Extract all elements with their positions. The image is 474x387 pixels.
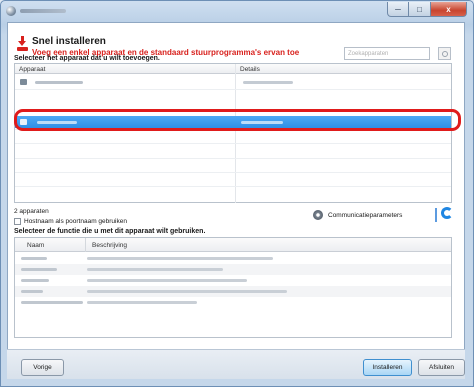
install-button[interactable]: Installeren <box>363 359 412 376</box>
comm-params-link[interactable]: Communicatieparameters <box>313 210 402 220</box>
printer-icon <box>20 79 27 85</box>
back-button[interactable]: Vorige <box>21 359 64 376</box>
hostname-checkbox[interactable] <box>14 218 21 225</box>
function-table-header: Naam Beschrijving <box>15 238 451 252</box>
hostname-checkbox-row[interactable]: Hostnaam als poortnaam gebruiken <box>14 218 127 225</box>
function-row[interactable] <box>15 286 451 297</box>
toolbar-divider <box>435 208 437 222</box>
close-window-button[interactable]: x <box>431 2 467 17</box>
close-button[interactable]: Afsluiten <box>418 359 465 376</box>
minimize-button[interactable]: ─ <box>387 2 409 17</box>
function-section-label: Selecteer de functie die u met dit appar… <box>14 228 206 235</box>
hostname-checkbox-label: Hostnaam als poortnaam gebruiken <box>24 218 127 225</box>
page-title: Snel installeren <box>32 36 106 47</box>
function-row[interactable] <box>15 264 451 275</box>
column-header-naam[interactable]: Naam <box>27 242 44 249</box>
install-arrow-icon <box>17 36 28 52</box>
search-input[interactable]: Zoekapparaten <box>344 47 430 60</box>
column-header-beschrijving[interactable]: Beschrijving <box>92 242 127 249</box>
search-button[interactable] <box>438 47 451 60</box>
window-title <box>20 9 66 13</box>
title-bar: ─ □ x <box>1 1 473 23</box>
refresh-button[interactable] <box>440 206 455 221</box>
function-row[interactable] <box>15 297 451 308</box>
function-table: Naam Beschrijving <box>14 237 452 338</box>
maximize-button[interactable]: □ <box>409 2 431 17</box>
device-section-label: Selecteer het apparaat dat u wilt toevoe… <box>14 55 160 62</box>
column-header-apparaat[interactable]: Apparaat <box>19 66 45 73</box>
column-header-details[interactable]: Details <box>240 66 260 73</box>
printer-icon <box>20 119 27 125</box>
window-controls: ─ □ x <box>387 2 467 17</box>
device-table-header: Apparaat Details <box>15 64 451 74</box>
function-row[interactable] <box>15 253 451 264</box>
comm-params-label: Communicatieparameters <box>328 211 403 219</box>
refresh-icon <box>441 207 453 219</box>
gear-icon <box>313 210 323 220</box>
search-icon <box>441 50 448 57</box>
device-row[interactable] <box>15 76 451 88</box>
device-table: Apparaat Details <box>14 63 452 203</box>
app-icon <box>6 6 16 16</box>
device-row-selected[interactable] <box>15 116 451 128</box>
function-row[interactable] <box>15 275 451 286</box>
device-count: 2 apparaten <box>14 208 49 215</box>
